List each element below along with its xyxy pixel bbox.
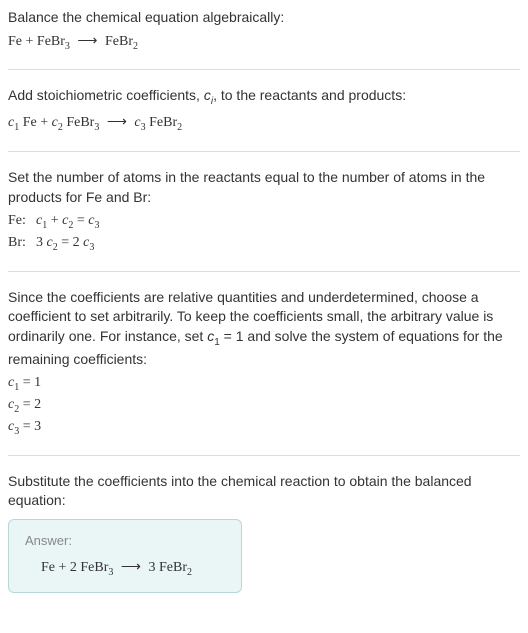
t3: FeBr: [146, 115, 178, 130]
heading-text: Substitute the coefficients into the che…: [8, 472, 520, 511]
coefficient-values: c1 = 1 c2 = 2 c3 = 3: [8, 373, 520, 438]
fe-eq: c1 + c2 = c3: [36, 211, 99, 233]
answer-label: Answer:: [25, 532, 225, 550]
c3-row: c3 = 3: [8, 417, 520, 439]
reaction-arrow: ⟶: [107, 115, 127, 130]
lhs-fe: Fe: [8, 34, 22, 49]
br-3: 3: [36, 235, 47, 250]
section-answer: Substitute the coefficients into the che…: [8, 472, 520, 609]
eq-lhs-sub: 3: [108, 567, 113, 578]
rhs-febr2-sub: 2: [133, 40, 138, 51]
eq-rhs-sub: 2: [187, 567, 192, 578]
c2-row: c2 = 2: [8, 395, 520, 417]
t2: FeBr: [63, 115, 95, 130]
br-label: Br:: [8, 233, 36, 255]
heading-text: Balance the chemical equation algebraica…: [8, 8, 520, 28]
section-atoms: Set the number of atoms in the reactants…: [8, 168, 520, 272]
reaction-arrow: ⟶: [77, 34, 97, 49]
r3-val: = 3: [19, 419, 41, 434]
lhs-febr3-sub: 3: [65, 40, 70, 51]
fe-c3-sub: 3: [94, 220, 99, 231]
heading-ci: c: [204, 87, 211, 103]
r1-val: = 1: [19, 375, 41, 390]
answer-box: Answer: Fe + 2 FeBr3 ⟶ 3 FeBr2: [8, 519, 242, 593]
t3-sub: 2: [177, 122, 182, 133]
eq-lhs: Fe + 2 FeBr: [41, 560, 108, 575]
lhs-febr3: FeBr: [37, 34, 65, 49]
fe-row: Fe: c1 + c2 = c3: [8, 211, 520, 233]
br-eq: 3 c2 = 2 c3: [36, 233, 94, 255]
heading-text: Set the number of atoms in the reactants…: [8, 168, 520, 207]
section-balance: Balance the chemical equation algebraica…: [8, 8, 520, 70]
atom-equations: Fe: c1 + c2 = c3 Br: 3 c2 = 2 c3: [8, 211, 520, 255]
heading-b: , to the reactants and products:: [213, 87, 406, 103]
fe-label: Fe:: [8, 211, 36, 233]
br-row: Br: 3 c2 = 2 c3: [8, 233, 520, 255]
br-eqsign: = 2: [58, 235, 83, 250]
br-c3-sub: 3: [89, 242, 94, 253]
reaction-arrow: ⟶: [121, 560, 141, 575]
section-solve: Since the coefficients are relative quan…: [8, 288, 520, 456]
heading-text: Add stoichiometric coefficients, ci, to …: [8, 86, 520, 109]
balanced-equation: Fe + 2 FeBr3 ⟶ 3 FeBr2: [25, 558, 225, 580]
unbalanced-equation: Fe + FeBr3 ⟶ FeBr2: [8, 32, 520, 54]
section-stoich: Add stoichiometric coefficients, ci, to …: [8, 86, 520, 152]
coefficient-equation: c1 Fe + c2 FeBr3 ⟶ c3 FeBr2: [8, 113, 520, 135]
r2-val: = 2: [19, 397, 41, 412]
eq-rhs: 3 FeBr: [148, 560, 187, 575]
fe-plus: +: [47, 213, 62, 228]
heading-a: Add stoichiometric coefficients,: [8, 87, 204, 103]
t1: Fe +: [19, 115, 51, 130]
rhs-febr2: FeBr: [105, 34, 133, 49]
t2-sub: 3: [94, 122, 99, 133]
plus: +: [22, 34, 37, 49]
fe-eqsign: =: [73, 213, 88, 228]
heading-text: Since the coefficients are relative quan…: [8, 288, 520, 370]
c1-row: c1 = 1: [8, 373, 520, 395]
